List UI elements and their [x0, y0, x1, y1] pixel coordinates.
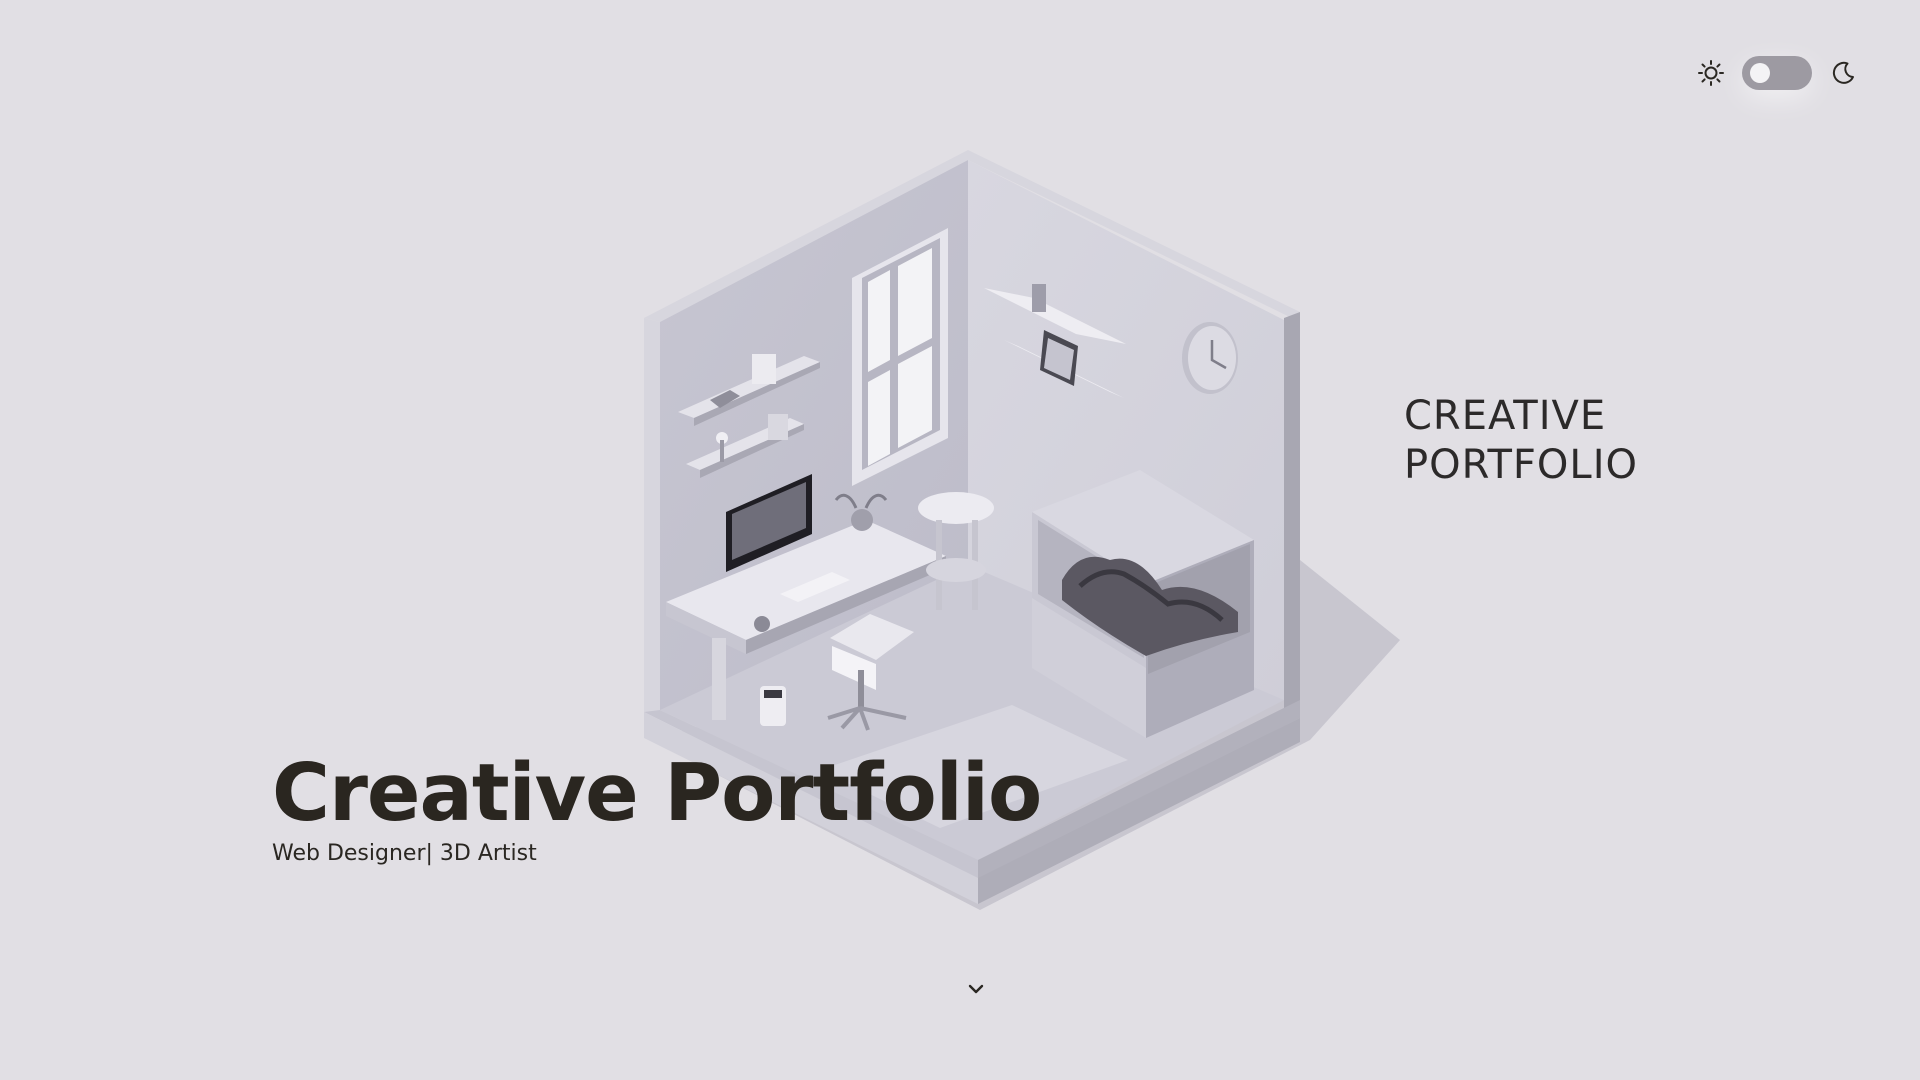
hero-text: Creative Portfolio Web Designer| 3D Arti… [272, 747, 1042, 868]
portfolio-landing: CREATIVE PORTFOLIO Creative Portfolio We… [0, 0, 1920, 1080]
isometric-room-illustration [644, 150, 1400, 910]
side-title-line-1: CREATIVE [1404, 393, 1607, 439]
chevron-down-icon [968, 984, 984, 994]
side-title: CREATIVE PORTFOLIO [1404, 392, 1638, 490]
sun-icon[interactable] [1694, 56, 1728, 90]
hero-subtitle: Web Designer| 3D Artist [272, 841, 537, 866]
scroll-down-button[interactable] [963, 978, 989, 1000]
hero-title: Creative Portfolio [272, 747, 1042, 839]
dark-mode-switch[interactable] [1742, 56, 1812, 90]
moon-icon[interactable] [1826, 56, 1860, 90]
theme-toggle [1694, 56, 1860, 90]
side-title-line-2: PORTFOLIO [1404, 442, 1638, 488]
switch-knob [1750, 63, 1770, 83]
